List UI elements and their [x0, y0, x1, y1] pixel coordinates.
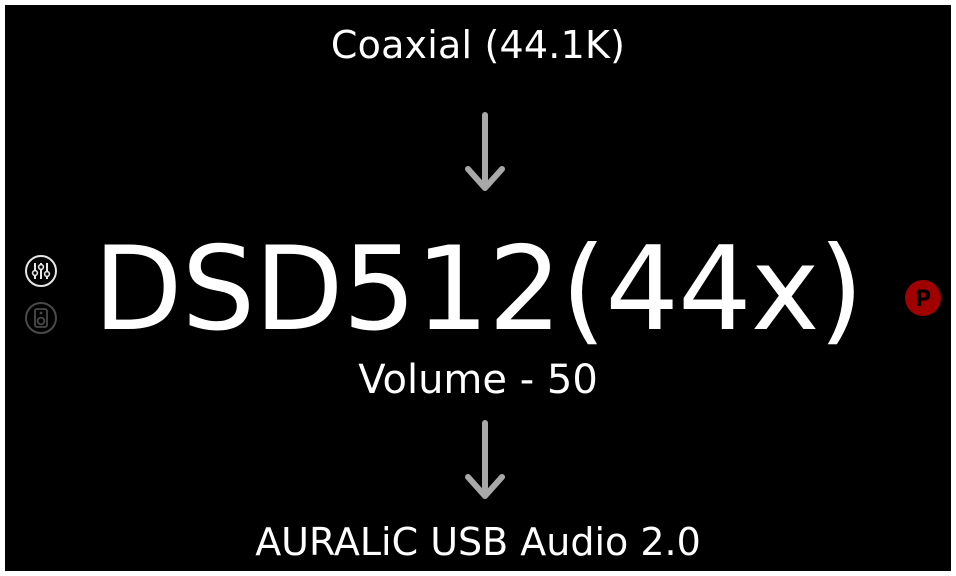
p-badge-icon: P — [905, 280, 941, 316]
svg-text:P: P — [915, 287, 931, 312]
output-device-label: AURALiC USB Audio 2.0 — [255, 520, 701, 564]
volume-label: Volume - 50 — [358, 357, 598, 403]
input-source-label: Coaxial (44.1K) — [330, 23, 626, 67]
display-screen: Coaxial (44.1K) DSD512(44x) Volume - 50 … — [5, 5, 951, 571]
sample-format-label: DSD512(44x) — [93, 222, 863, 357]
equalizer-icon[interactable] — [24, 254, 58, 288]
arrow-down-icon — [465, 112, 505, 191]
speaker-icon[interactable] — [24, 301, 58, 335]
arrow-down-icon — [465, 420, 505, 499]
